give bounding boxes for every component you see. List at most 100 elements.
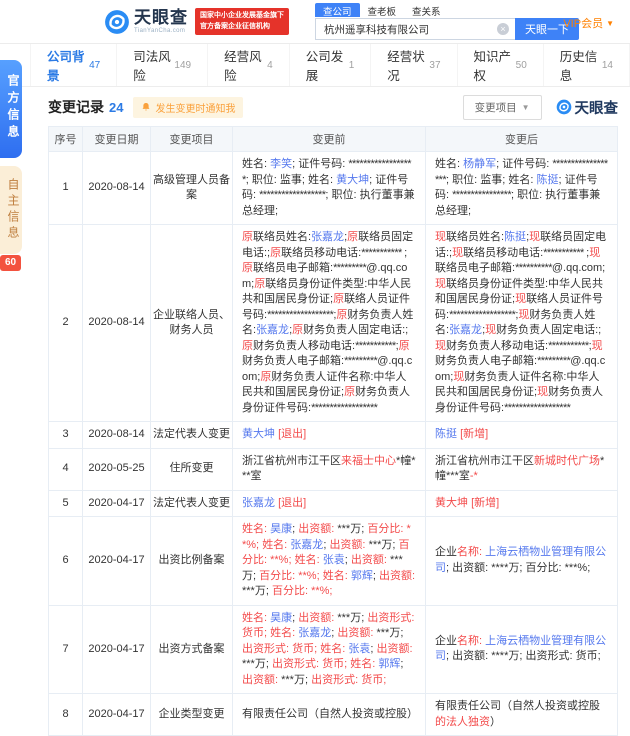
side-tab-official-info[interactable]: 官方信息 [0,60,22,158]
text-segment: 百分比: **%; [272,585,333,597]
entity-link[interactable]: 陈挺 [537,174,559,186]
change-date: 2020-08-14 [83,152,151,225]
tab-operation-risk[interactable]: 经营风险4 [207,44,289,86]
row-index: 5 [49,490,83,517]
text-segment: ; 职位: 监事; 姓名: [246,174,336,186]
text-segment: 出资额: [376,643,412,655]
entity-link[interactable]: 张嘉龙 [311,231,344,243]
change-record-table: 序号变更日期变更项目变更前变更后 12020-08-14高级管理人员备案姓名: … [48,126,618,736]
self-info-count-badge: 60 [0,255,21,271]
entity-link[interactable]: 昊康 [270,523,292,535]
entity-link[interactable]: 郭辉 [378,658,400,670]
text-segment: 出资额: [379,570,415,582]
change-before: 张嘉龙 [退出] [233,490,426,517]
section-title: 变更记录 [48,97,104,117]
text-segment: 原 [347,231,358,243]
entity-link[interactable]: 陈挺 [435,428,457,440]
tianyancha-logo[interactable]: 天眼查 TianYanCha.com [104,9,188,35]
table-row: 72020-04-17出资方式备案姓名: 昊康; 出资额: ***万; 出资形式… [49,605,618,694]
entity-link[interactable]: 张嘉龙 [256,324,289,336]
text-segment: 企业 [435,635,457,647]
change-date: 2020-08-14 [83,225,151,422]
text-segment: 财务负责人移动电话: [446,340,548,352]
text-segment: 出资额: [298,612,337,624]
tab-intellectual-property[interactable]: 知识产权50 [457,44,543,86]
entity-link[interactable]: 黄大坤 [336,174,369,186]
text-segment: 财务负责人移动电话: [253,340,355,352]
search-tab-company[interactable]: 查公司 [315,3,360,17]
tab-judicial-risk[interactable]: 司法风险149 [116,44,207,86]
tab-count: 1 [349,60,355,71]
search-tab-boss[interactable]: 查老板 [360,3,405,17]
tab-operation-status[interactable]: 经营状况37 [370,44,456,86]
tab-history-info[interactable]: 历史信息14 [543,44,630,86]
top-header: 天眼查 TianYanCha.com 国家中小企业发展基金旗下 官方备案企业征信… [0,0,630,44]
tab-label: 经营风险 [224,46,264,84]
text-segment: 姓名: [435,158,463,170]
text-segment: 黄大坤 [435,497,468,509]
entity-link[interactable]: 郭辉 [351,570,373,582]
text-segment: ****************** [311,402,377,414]
row-index: 1 [49,152,83,225]
text-segment: 原 [292,324,303,336]
search-tab-relation[interactable]: 查关系 [404,3,449,17]
text-segment: *********** [548,340,589,352]
entity-link[interactable]: 李笑 [270,158,292,170]
text-segment: ） [490,716,501,728]
text-segment: [退出] [278,497,306,509]
search-input[interactable] [315,18,515,40]
text-segment: 姓名: [320,643,348,655]
side-tab-self-info[interactable]: 自主信息 [0,166,22,254]
change-after: 黄大坤 [新增] [426,490,618,517]
text-segment: ; 出资额: ****万; 出资形式: 货币; [446,650,601,662]
text-segment: 出资形式: 货币; [242,643,320,655]
change-item: 高级管理人员备案 [151,152,233,225]
tab-count: 50 [516,60,527,71]
tab-company-background[interactable]: 公司背景47 [30,44,116,86]
change-before: 有限责任公司（自然人投资或控股） [233,694,426,736]
entity-link[interactable]: 张嘉龙 [290,539,323,551]
text-segment: 联络员移动电话: [463,247,543,259]
entity-link[interactable]: 张袁 [348,643,370,655]
text-segment: ***万 [242,658,266,670]
text-segment: **************** [452,189,511,201]
entity-link[interactable]: 昊康 [270,612,292,624]
text-segment: 原 [399,340,410,352]
text-segment: *********** [355,340,396,352]
notify-label: 发生变更时通知我 [155,100,235,115]
change-item-filter-dropdown[interactable]: 变更项目 ▼ [463,95,542,120]
tab-count: 149 [174,60,191,71]
text-segment: *********** [543,247,586,259]
change-after: 陈挺 [新增] [426,422,618,449]
text-segment: 姓名: [242,158,270,170]
text-segment: 联络员姓名: [446,231,504,243]
text-segment: [新增] [471,497,499,509]
text-segment: 出资额: [298,523,337,535]
text-segment: 现 [485,324,496,336]
tab-label: 司法风险 [133,46,171,84]
notify-on-change-pill[interactable]: 发生变更时通知我 [133,97,243,118]
entity-link[interactable]: 黄大坤 [242,428,275,440]
side-floating-tabs: 官方信息 自主信息 60 [0,60,24,271]
tianyancha-eye-icon [104,9,130,35]
tab-count: 14 [602,60,613,71]
tab-company-development[interactable]: 公司发展1 [289,44,371,86]
text-segment: 姓名: [262,539,290,551]
entity-link[interactable]: 陈挺 [504,231,526,243]
entity-link[interactable]: 杨静军 [463,158,496,170]
text-segment: 原 [336,309,347,321]
clear-input-icon[interactable]: × [497,23,509,35]
search-area: 查公司查老板查关系 × 天眼一下 [315,3,579,40]
text-segment: ; [400,658,403,670]
text-segment: 浙江省杭州市江干区 [242,455,341,467]
text-segment: ; [400,627,403,639]
entity-link[interactable]: 张袁 [323,554,345,566]
entity-link[interactable]: 张嘉龙 [449,324,482,336]
entity-link[interactable]: 张嘉龙 [298,627,331,639]
table-row: 82020-04-17企业类型变更有限责任公司（自然人投资或控股）有限责任公司（… [49,694,618,736]
text-segment: ****************** [504,402,570,414]
text-segment: 现 [529,231,540,243]
table-row: 32020-08-14法定代表人变更黄大坤 [退出]陈挺 [新增] [49,422,618,449]
vip-member-link[interactable]: VIP会员 ▼ [563,15,614,31]
entity-link[interactable]: 张嘉龙 [242,497,275,509]
